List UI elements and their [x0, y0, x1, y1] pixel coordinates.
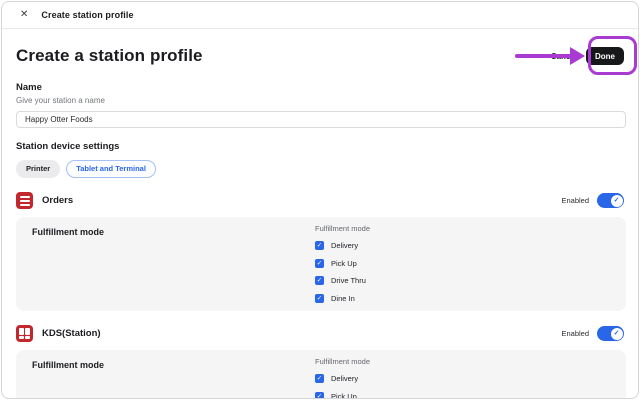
checkbox-checked-icon: ✓: [315, 241, 324, 250]
orders-fulfillment-panel: Fulfillment mode Fulfillment mode ✓ Deli…: [16, 217, 626, 311]
checkbox-label: Delivery: [331, 241, 358, 250]
kds-enabled-toggle[interactable]: ✓: [597, 326, 624, 341]
checkbox-checked-icon: ✓: [315, 374, 324, 383]
topbar-title: Create station profile: [41, 10, 133, 20]
checkbox-dine-in[interactable]: ✓ Dine In: [315, 294, 610, 303]
done-button[interactable]: Done: [586, 47, 624, 65]
toggle-knob-check-icon: ✓: [611, 328, 623, 340]
checkbox-label: Dine In: [331, 294, 355, 303]
kds-fulfillment-panel: Fulfillment mode Fulfillment mode ✓ Deli…: [16, 350, 626, 400]
close-icon[interactable]: ✕: [20, 10, 28, 20]
page-title: Create a station profile: [16, 46, 203, 66]
kds-section-title: KDS(Station): [42, 328, 101, 339]
kds-section-header: KDS(Station) Enabled ✓: [16, 324, 624, 344]
checkbox-checked-icon: ✓: [315, 276, 324, 285]
checkbox-checked-icon: ✓: [315, 294, 324, 303]
tab-printer[interactable]: Printer: [16, 160, 60, 178]
checkbox-label: Drive Thru: [331, 276, 366, 285]
checkbox-checked-icon: ✓: [315, 392, 324, 400]
name-hint: Give your station a name: [16, 96, 624, 105]
orders-icon: [16, 192, 33, 209]
checkbox-drive-thru[interactable]: ✓ Drive Thru: [315, 276, 610, 285]
checkbox-pick-up[interactable]: ✓ Pick Up: [315, 392, 610, 400]
fulfillment-mode-group-label: Fulfillment mode: [315, 357, 610, 366]
kds-icon: [16, 325, 33, 342]
annotation-arrow-line: [515, 54, 574, 58]
fulfillment-mode-group-label: Fulfillment mode: [315, 224, 610, 233]
device-settings-title: Station device settings: [16, 141, 624, 152]
orders-enabled-label: Enabled: [561, 196, 589, 205]
device-tabs: Printer Tablet and Terminal: [16, 160, 624, 178]
annotation-arrow-head-icon: [570, 47, 585, 65]
orders-enabled-toggle[interactable]: ✓: [597, 193, 624, 208]
fulfillment-mode-label: Fulfillment mode: [32, 224, 104, 303]
toggle-knob-check-icon: ✓: [611, 195, 623, 207]
checkbox-pick-up[interactable]: ✓ Pick Up: [315, 259, 610, 268]
orders-section-header: Orders Enabled ✓: [16, 191, 624, 211]
checkbox-label: Pick Up: [331, 259, 357, 268]
station-name-input[interactable]: [16, 111, 626, 128]
checkbox-delivery[interactable]: ✓ Delivery: [315, 374, 610, 383]
topbar: ✕ Create station profile: [2, 2, 638, 29]
tab-tablet-and-terminal[interactable]: Tablet and Terminal: [66, 160, 156, 178]
checkbox-delivery[interactable]: ✓ Delivery: [315, 241, 610, 250]
checkbox-label: Delivery: [331, 374, 358, 383]
create-station-profile-window: ✕ Create station profile Create a statio…: [1, 1, 639, 399]
kds-enabled-label: Enabled: [561, 329, 589, 338]
checkbox-label: Pick Up: [331, 392, 357, 400]
orders-section-title: Orders: [42, 195, 73, 206]
checkbox-checked-icon: ✓: [315, 259, 324, 268]
fulfillment-mode-label: Fulfillment mode: [32, 357, 104, 400]
name-label: Name: [16, 82, 624, 93]
